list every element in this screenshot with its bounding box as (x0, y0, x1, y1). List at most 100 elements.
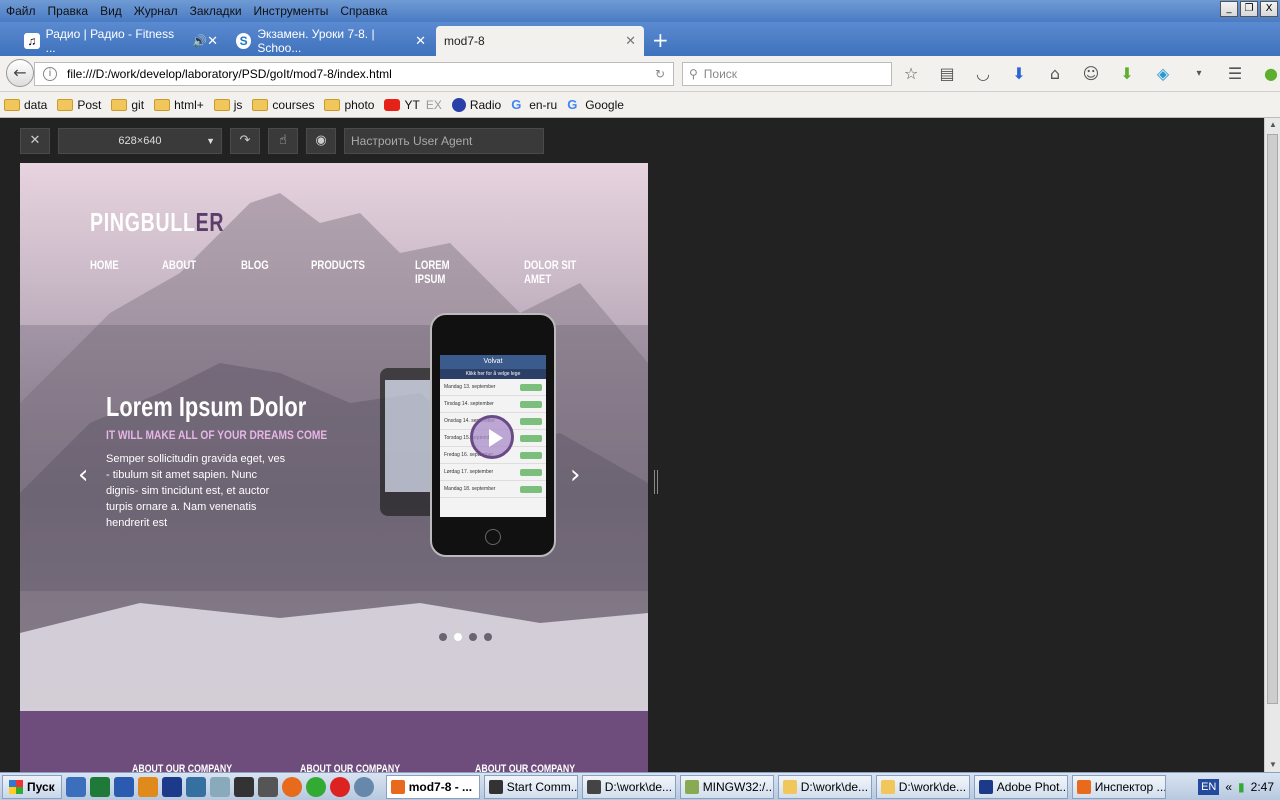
site-nav-link[interactable]: DOLOR SIT AMET (524, 258, 595, 286)
firefox-icon[interactable] (281, 776, 302, 797)
bookmark-js[interactable]: js (213, 98, 242, 112)
start-button[interactable]: Пуск (2, 774, 62, 799)
slider-dot[interactable] (439, 633, 447, 641)
excel-icon[interactable] (89, 776, 110, 797)
tab-exam[interactable]: S Экзамен. Уроки 7-8. | Schoo... ✕ (228, 26, 434, 56)
play-icon[interactable] (470, 415, 514, 459)
browser-icon[interactable] (353, 776, 374, 797)
bookmark-radio[interactable]: Radio (451, 97, 501, 112)
slider-dot[interactable] (484, 633, 492, 641)
download-icon[interactable]: ⬇ (1008, 63, 1030, 85)
photoshop-icon[interactable] (161, 776, 182, 797)
close-icon[interactable]: ✕ (625, 34, 636, 49)
user-agent-input[interactable]: Настроить User Agent (344, 128, 544, 154)
site-nav-link[interactable]: BLOG (241, 258, 269, 286)
viewport-resize-handle[interactable] (654, 470, 658, 494)
menu-item[interactable]: Справка (334, 1, 393, 21)
chrome-icon[interactable] (305, 776, 326, 797)
menu-item[interactable]: Инструменты (248, 1, 335, 21)
menu-item[interactable]: Правка (42, 1, 95, 21)
bookmark-html-[interactable]: html+ (154, 98, 204, 112)
slider-next-icon[interactable]: › (570, 460, 580, 490)
git-icon[interactable] (209, 776, 230, 797)
touch-simulation-button[interactable]: ☝ (268, 128, 298, 154)
new-tab-button[interactable]: + (652, 28, 669, 52)
close-icon[interactable]: ✕ (415, 34, 426, 49)
scroll-thumb[interactable] (1267, 134, 1278, 704)
python-icon[interactable] (185, 776, 206, 797)
viewport-size-select[interactable]: 628×640 ▼ (58, 128, 222, 154)
opera-icon[interactable] (329, 776, 350, 797)
rotate-button[interactable]: ↷ (230, 128, 260, 154)
close-icon[interactable]: ✕ (207, 34, 218, 49)
pocket-icon[interactable]: ◡ (972, 63, 994, 85)
menu-item[interactable]: Журнал (128, 1, 184, 21)
notepad-icon[interactable] (257, 776, 278, 797)
search-input[interactable]: ⚲ Поиск (682, 62, 892, 86)
site-nav-link[interactable]: LOREM IPSUM (415, 258, 473, 286)
about-company-3[interactable]: ABOUT OUR COMPANY (475, 763, 575, 772)
tab-mod7-8[interactable]: mod7-8 ✕ (436, 26, 644, 56)
taskbar-task[interactable]: Инспектор ... (1071, 774, 1166, 799)
bookmark-en-ru[interactable]: Gen-ru (511, 97, 557, 112)
desktop-icon[interactable] (65, 776, 86, 797)
console-icon[interactable] (233, 776, 254, 797)
menu-icon[interactable]: ☰ (1224, 63, 1246, 85)
site-nav-link[interactable]: ABOUT (162, 258, 196, 286)
bookmark-extra[interactable]: EX (426, 98, 442, 112)
slider-dot[interactable] (469, 633, 477, 641)
home-icon[interactable]: ⌂ (1044, 63, 1066, 85)
bookmark-data[interactable]: data (4, 98, 47, 112)
close-window-button[interactable]: X (1260, 1, 1278, 17)
back-button[interactable]: ← (6, 59, 34, 87)
taskbar-task[interactable]: MINGW32:/... (679, 774, 774, 799)
screenshot-button[interactable]: ◉ (306, 128, 336, 154)
dropdown-icon[interactable]: ▾ (1188, 63, 1210, 85)
site-nav-link[interactable]: PRODUCTS (311, 258, 365, 286)
about-company-1[interactable]: ABOUT OUR COMPANY (132, 763, 232, 772)
restore-button[interactable]: ❐ (1240, 1, 1258, 17)
taskbar-task[interactable]: D:\work\de... (875, 774, 970, 799)
tray-expand-icon[interactable]: « (1225, 780, 1232, 794)
illustrator-icon[interactable] (137, 776, 158, 797)
scroll-up-icon[interactable]: ▲ (1265, 118, 1280, 132)
taskbar-task[interactable]: D:\work\de... (777, 774, 872, 799)
extension-icon[interactable]: ◈ (1152, 63, 1174, 85)
site-logo[interactable]: PINGBULLER (90, 207, 224, 238)
bookmark-google[interactable]: G Google (567, 97, 624, 112)
info-icon[interactable]: i (43, 67, 57, 81)
taskbar-task[interactable]: Start Comm... (483, 774, 578, 799)
smiley-icon[interactable]: ☺ (1080, 63, 1102, 85)
menu-item[interactable]: Вид (94, 1, 128, 21)
bookmark-git[interactable]: git (111, 98, 144, 112)
clock[interactable]: 2:47 (1251, 780, 1274, 794)
taskbar-task[interactable]: D:\work\de... (581, 774, 676, 799)
reload-icon[interactable]: ↻ (655, 67, 665, 81)
reading-list-icon[interactable]: ▤ (936, 63, 958, 85)
slider-prev-icon[interactable]: ‹ (78, 460, 88, 490)
address-bar[interactable]: i file:///D:/work/develop/laboratory/PSD… (34, 62, 674, 86)
tab-radio[interactable]: ♫ Радио | Радио - Fitness ... 🔊 ✕ (16, 26, 226, 56)
close-responsive-button[interactable]: ✕ (20, 128, 50, 154)
bookmark-photo[interactable]: photo (324, 98, 374, 112)
bookmark-post[interactable]: Post (57, 98, 101, 112)
menu-item[interactable]: Закладки (184, 1, 248, 21)
slider-dot[interactable] (454, 633, 462, 641)
bookmark-yt[interactable]: YT EX (384, 98, 442, 112)
addon-icon[interactable]: ● (1260, 63, 1280, 85)
about-company-2[interactable]: ABOUT OUR COMPANY (300, 763, 400, 772)
taskbar-task[interactable]: Adobe Phot... (973, 774, 1068, 799)
site-nav-link[interactable]: HOME (90, 258, 119, 286)
menu-item[interactable]: Файл (0, 1, 42, 21)
green-download-icon[interactable]: ⬇ (1116, 63, 1138, 85)
scroll-down-icon[interactable]: ▼ (1265, 758, 1280, 772)
minimize-button[interactable]: _ (1220, 1, 1238, 17)
bookmark-star-icon[interactable]: ☆ (900, 63, 922, 85)
bookmark-courses[interactable]: courses (252, 98, 314, 112)
network-icon[interactable]: ▮ (1238, 780, 1245, 794)
word-icon[interactable] (113, 776, 134, 797)
language-indicator[interactable]: EN (1198, 779, 1220, 795)
speaker-icon[interactable]: 🔊 (192, 34, 207, 48)
page-scrollbar[interactable]: ▲ ▼ (1264, 118, 1280, 772)
taskbar-task[interactable]: mod7-8 - ... (385, 774, 480, 799)
